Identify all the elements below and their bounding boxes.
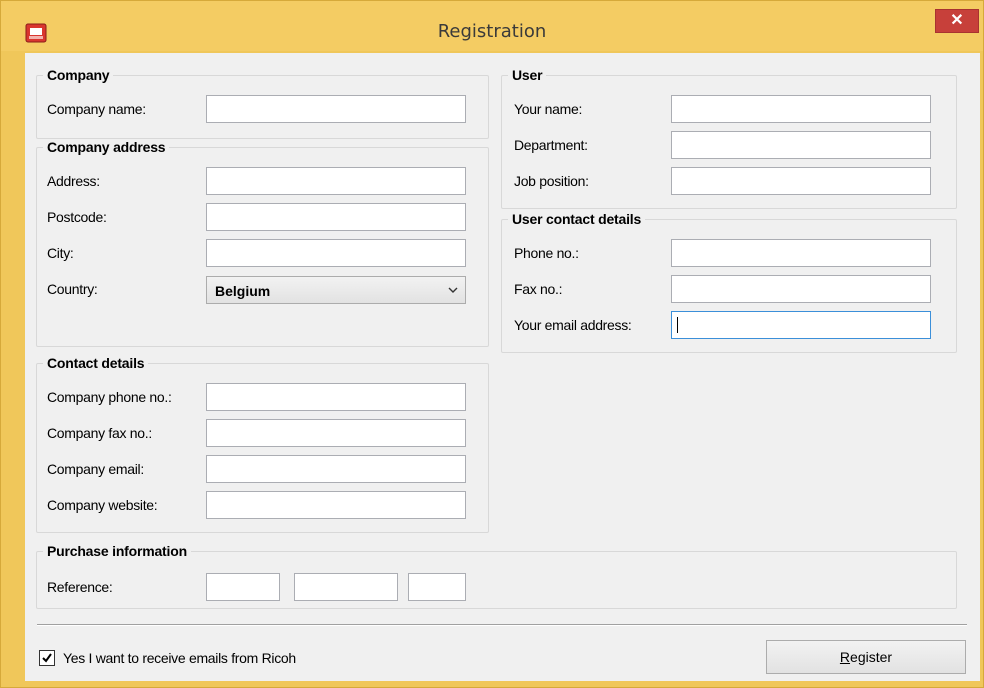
company-website-label: Company website: xyxy=(47,497,158,513)
contact-details-group-title: Contact details xyxy=(43,355,149,371)
reference-input-part-2[interactable] xyxy=(294,573,398,601)
chevron-down-icon xyxy=(448,287,458,293)
reference-input-part-3[interactable] xyxy=(408,573,466,601)
your-name-label: Your name: xyxy=(514,101,583,117)
registration-window: Registration ✕ Company Company name: Com… xyxy=(0,0,984,688)
footer-separator xyxy=(37,624,967,626)
city-label: City: xyxy=(47,245,74,261)
company-phone-label: Company phone no.: xyxy=(47,389,172,405)
reference-input-part-1[interactable] xyxy=(206,573,280,601)
company-fax-label: Company fax no.: xyxy=(47,425,152,441)
receive-emails-label[interactable]: Yes I want to receive emails from Ricoh xyxy=(63,650,296,666)
user-group: User Your name: Department: Job position… xyxy=(501,67,957,209)
postcode-label: Postcode: xyxy=(47,209,107,225)
title-bar[interactable]: Registration ✕ xyxy=(1,1,983,51)
department-input[interactable] xyxy=(671,131,931,159)
checkmark-icon xyxy=(42,653,52,663)
job-position-input[interactable] xyxy=(671,167,931,195)
company-name-input[interactable] xyxy=(206,95,466,123)
country-select[interactable]: Belgium xyxy=(206,276,466,304)
your-name-input[interactable] xyxy=(671,95,931,123)
company-group-title: Company xyxy=(43,67,114,83)
address-input[interactable] xyxy=(206,167,466,195)
company-group: Company Company name: xyxy=(36,67,489,139)
receive-emails-checkbox[interactable] xyxy=(39,650,55,666)
postcode-input[interactable] xyxy=(206,203,466,231)
purchase-information-group: Purchase information Reference: xyxy=(36,543,957,609)
company-email-label: Company email: xyxy=(47,461,144,477)
register-button[interactable]: Register xyxy=(766,640,966,674)
contact-details-group: Contact details Company phone no.: Compa… xyxy=(36,355,489,533)
fax-input[interactable] xyxy=(671,275,931,303)
text-caret xyxy=(677,317,678,333)
user-group-title: User xyxy=(508,67,547,83)
address-label: Address: xyxy=(47,173,100,189)
close-button[interactable]: ✕ xyxy=(935,9,979,33)
city-input[interactable] xyxy=(206,239,466,267)
register-mnemonic: R xyxy=(839,649,851,665)
reference-label: Reference: xyxy=(47,579,113,595)
fax-label: Fax no.: xyxy=(514,281,563,297)
company-email-input[interactable] xyxy=(206,455,466,483)
country-label: Country: xyxy=(47,281,98,297)
your-email-input[interactable] xyxy=(671,311,931,339)
dialog-body: Company Company name: Company address Ad… xyxy=(25,53,980,681)
your-email-label: Your email address: xyxy=(514,317,632,333)
phone-input[interactable] xyxy=(671,239,931,267)
close-icon: ✕ xyxy=(950,12,964,29)
company-address-group-title: Company address xyxy=(43,139,170,155)
user-contact-details-group: User contact details Phone no.: Fax no.:… xyxy=(501,211,957,353)
department-label: Department: xyxy=(514,137,588,153)
company-website-input[interactable] xyxy=(206,491,466,519)
window-title: Registration xyxy=(437,21,547,42)
company-fax-input[interactable] xyxy=(206,419,466,447)
company-phone-input[interactable] xyxy=(206,383,466,411)
purchase-information-group-title: Purchase information xyxy=(43,543,191,559)
job-position-label: Job position: xyxy=(514,173,589,189)
country-selected-value: Belgium xyxy=(215,283,271,299)
phone-label: Phone no.: xyxy=(514,245,579,261)
register-label: egister xyxy=(850,649,893,665)
company-address-group: Company address Address: Postcode: City:… xyxy=(36,139,489,347)
company-name-label: Company name: xyxy=(47,101,146,117)
user-contact-details-group-title: User contact details xyxy=(508,211,646,227)
